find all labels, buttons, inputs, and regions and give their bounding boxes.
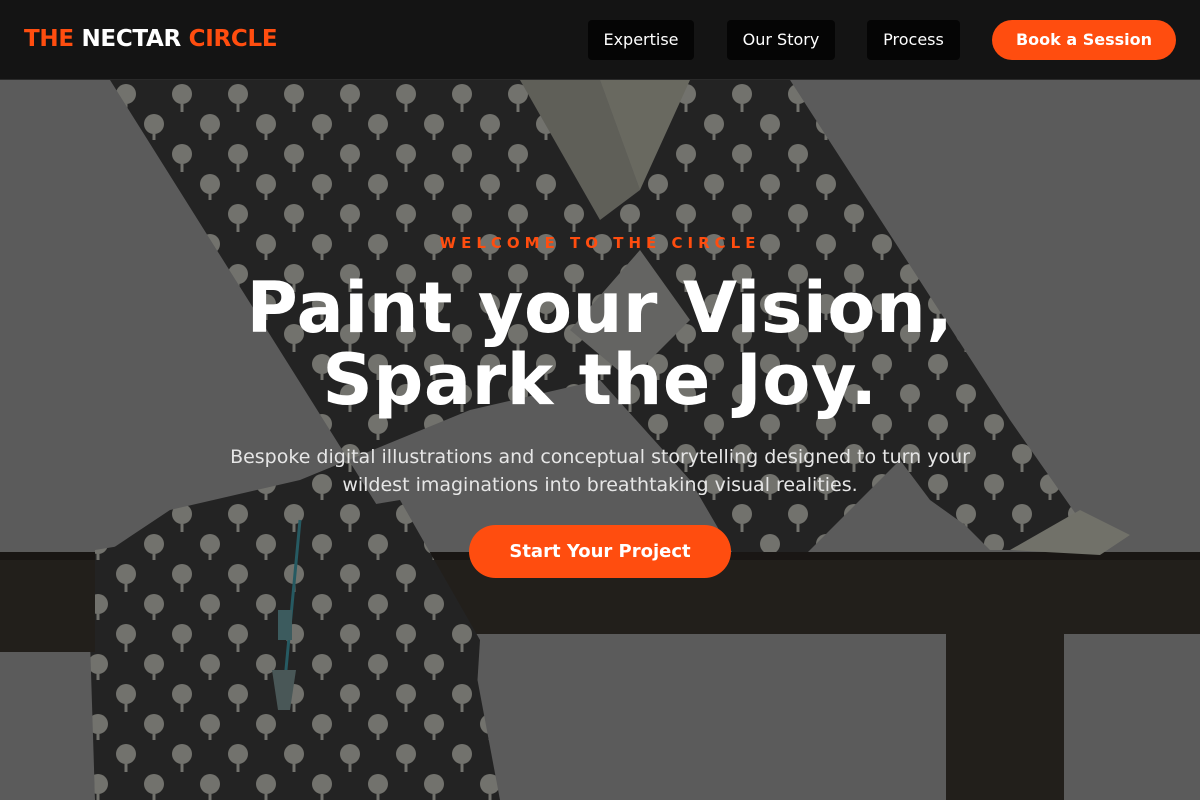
nav-link-our-story[interactable]: Our Story <box>727 20 835 60</box>
logo-word-the: THE <box>24 26 74 52</box>
top-navbar: THE NECTAR CIRCLE Expertise Our Story Pr… <box>0 0 1200 80</box>
logo-word-circle: CIRCLE <box>188 26 278 52</box>
book-session-button[interactable]: Book a Session <box>992 20 1176 60</box>
start-project-button[interactable]: Start Your Project <box>469 525 731 578</box>
hero-eyebrow: WELCOME TO THE CIRCLE <box>439 234 761 252</box>
nav-link-expertise[interactable]: Expertise <box>588 20 694 60</box>
hero-headline-line-2: Spark the Joy. <box>322 339 878 421</box>
nav-link-process[interactable]: Process <box>867 20 960 60</box>
hero-subtext-line-2: wildest imaginations into breathtaking v… <box>342 474 858 496</box>
logo-word-nectar: NECTAR <box>81 26 181 52</box>
hero-subtext-line-1: Bespoke digital illustrations and concep… <box>230 446 970 468</box>
hero-subtext: Bespoke digital illustrations and concep… <box>200 443 1000 499</box>
hero-headline: Paint your Vision, Spark the Joy. <box>0 272 1200 416</box>
hero-content: WELCOME TO THE CIRCLE Paint your Vision,… <box>0 0 1200 800</box>
hero-headline-line-1: Paint your Vision, <box>246 267 954 349</box>
site-logo[interactable]: THE NECTAR CIRCLE <box>24 24 278 54</box>
